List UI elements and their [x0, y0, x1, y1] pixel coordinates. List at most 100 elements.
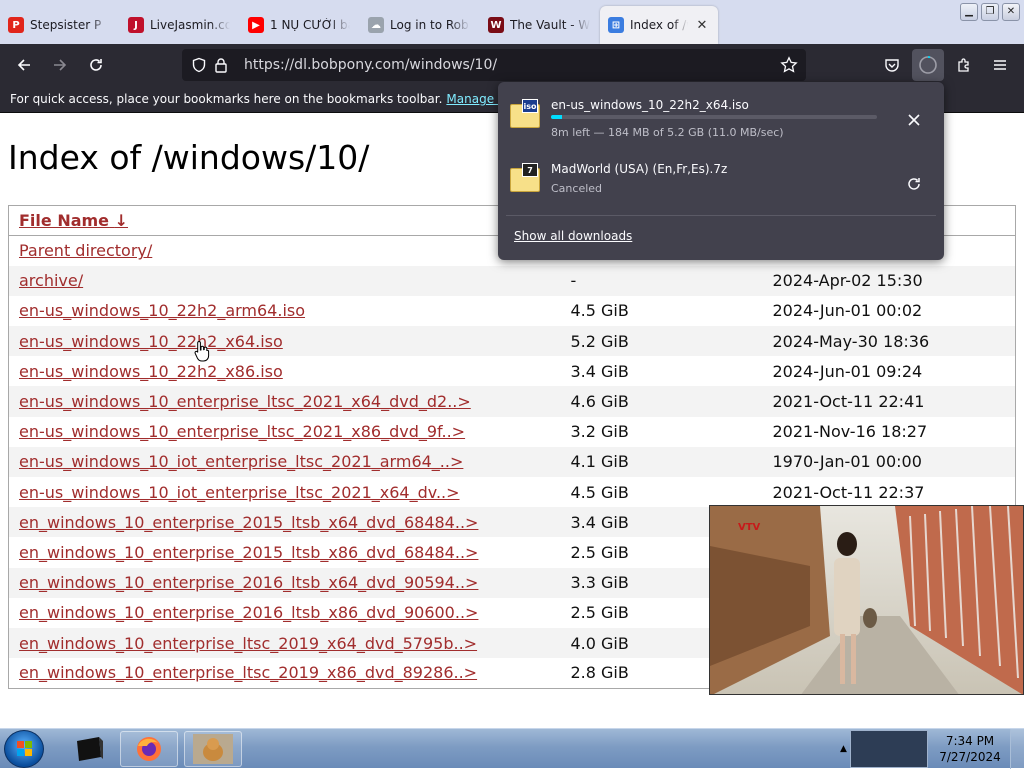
favicon-icon: ☁ — [368, 17, 384, 33]
sort-arrow-icon: ↓ — [114, 211, 129, 230]
picture-in-picture-video[interactable]: VTV — [709, 505, 1024, 695]
taskbar-app-terminal[interactable] — [60, 731, 118, 767]
tray-thumbnail-icon[interactable] — [850, 730, 928, 768]
file-size-cell: 4.5 GiB — [570, 482, 629, 502]
terminal-icon — [77, 737, 103, 761]
file-link[interactable]: en_windows_10_enterprise_2016_ltsb_x86_d… — [19, 603, 478, 622]
tab-3[interactable]: ☁ Log in to Robl — [360, 6, 478, 44]
forward-button[interactable] — [44, 49, 76, 81]
taskbar-app-media[interactable] — [184, 731, 242, 767]
tab-title: 1 NỤ CƯỜI bã — [270, 18, 350, 32]
lock-icon[interactable] — [210, 54, 232, 76]
download-filename: MadWorld (USA) (En,Fr,Es).7z — [551, 162, 728, 176]
reload-button[interactable] — [80, 49, 112, 81]
file-name-cell: en-us_windows_10_22h2_x64.iso — [8, 326, 561, 357]
back-button[interactable] — [8, 49, 40, 81]
file-link[interactable]: en-us_windows_10_iot_enterprise_ltsc_202… — [19, 452, 463, 471]
file-name-cell: en_windows_10_enterprise_ltsc_2019_x86_d… — [9, 658, 561, 688]
tab-title: The Vault - Wi — [510, 18, 590, 32]
menu-button[interactable] — [984, 49, 1016, 81]
pocket-icon — [885, 59, 899, 72]
restore-button[interactable]: ❐ — [981, 3, 999, 21]
file-name-header[interactable]: File Name ↓ — [8, 205, 561, 236]
forward-arrow-icon — [54, 59, 67, 71]
tab-0[interactable]: P Stepsister P — [0, 6, 118, 44]
nav-bar: https://dl.bobpony.com/windows/10/ — [0, 44, 1024, 86]
file-date-cell: 2024-May-30 18:36 — [762, 326, 1016, 357]
file-link[interactable]: en-us_windows_10_22h2_x64.iso — [19, 332, 283, 351]
retry-download-button[interactable] — [902, 172, 926, 196]
tab-5[interactable]: ⊞ Index of /wi ✕ — [600, 6, 718, 44]
tab-strip: P Stepsister P J LiveJasmin.co ▶ 1 NỤ CƯỜI bã… — [0, 0, 1024, 695]
close-window-button[interactable]: ✕ — [1002, 3, 1020, 21]
file-date-cell: 2021-Nov-16 18:27 — [772, 422, 928, 442]
file-name-cell: en_windows_10_enterprise_2015_ltsb_x64_d… — [8, 507, 561, 538]
download-status: 8m left — 184 MB of 5.2 GB (11.0 MB/sec) — [551, 126, 784, 139]
show-all-downloads-button[interactable]: Show all downloads — [514, 229, 632, 243]
file-link[interactable]: en_windows_10_enterprise_ltsc_2019_x86_d… — [19, 663, 477, 682]
dog-picture-icon — [193, 734, 233, 764]
bookmark-star-icon[interactable] — [778, 54, 800, 76]
clock[interactable]: 7:34 PM 7/27/2024 — [930, 733, 1010, 765]
file-link[interactable]: en_windows_10_enterprise_2015_ltsb_x64_d… — [19, 513, 478, 532]
file-link[interactable]: archive/ — [19, 271, 83, 290]
file-link[interactable]: en-us_windows_10_22h2_x86.iso — [19, 362, 283, 381]
taskbar: ▲ 7:34 PM 7/27/2024 — [0, 728, 1024, 769]
close-tab-icon[interactable]: ✕ — [694, 18, 710, 33]
url-text[interactable]: https://dl.bobpony.com/windows/10/ — [244, 57, 497, 73]
favicon-icon: ▶ — [248, 17, 264, 33]
downloads-button[interactable] — [912, 49, 944, 81]
file-link[interactable]: en-us_windows_10_22h2_arm64.iso — [19, 301, 305, 320]
taskbar-app-firefox[interactable] — [120, 731, 178, 767]
table-row: en-us_windows_10_enterprise_ltsc_2021_x6… — [8, 386, 1016, 417]
tab-1[interactable]: J LiveJasmin.co — [120, 6, 238, 44]
table-row: archive/ -2024-Apr-02 15:30 — [8, 265, 1016, 296]
show-desktop-button[interactable] — [1010, 729, 1024, 769]
favicon-icon: P — [8, 17, 24, 33]
download-item-canceled[interactable]: 7 MadWorld (USA) (En,Fr,Es).7z Canceled — [508, 154, 934, 214]
shield-icon[interactable] — [188, 54, 210, 76]
clock-time: 7:34 PM — [945, 734, 995, 748]
file-link[interactable]: en_windows_10_enterprise_ltsc_2019_x64_d… — [19, 634, 477, 653]
table-row: en-us_windows_10_enterprise_ltsc_2021_x8… — [9, 417, 1016, 447]
download-filename: en-us_windows_10_22h2_x64.iso — [551, 98, 749, 112]
table-row: en-us_windows_10_22h2_x64.iso 5.2 GiB 2024… — [8, 326, 1016, 357]
hamburger-icon — [994, 60, 1006, 70]
tray-expand-icon[interactable]: ▲ — [840, 744, 850, 754]
file-name-cell: en_windows_10_enterprise_2015_ltsb_x86_d… — [9, 537, 561, 567]
url-bar[interactable]: https://dl.bobpony.com/windows/10/ — [182, 49, 806, 81]
favicon-icon: J — [128, 17, 144, 33]
cancel-download-button[interactable] — [902, 108, 926, 132]
start-button[interactable] — [4, 730, 44, 768]
file-date-cell: 2024-Jun-01 00:02 — [772, 301, 923, 321]
file-date-cell: 2024-Jun-01 09:24 — [772, 361, 923, 381]
pocket-button[interactable] — [876, 49, 908, 81]
page-title: Index of /windows/10/ — [8, 138, 370, 177]
minimize-button[interactable]: ▁ — [960, 3, 978, 21]
tab-4[interactable]: W The Vault - Wi — [480, 6, 598, 44]
system-tray: ▲ 7:34 PM 7/27/2024 — [840, 729, 1024, 769]
file-link[interactable]: en-us_windows_10_enterprise_ltsc_2021_x8… — [19, 422, 465, 441]
file-size-cell: 3.4 GiB — [570, 361, 629, 381]
file-date-cell: 2021-Oct-11 22:41 — [762, 386, 1016, 417]
extensions-button[interactable] — [948, 49, 980, 81]
file-size-cell: 5.2 GiB — [560, 326, 763, 357]
file-link[interactable]: Parent directory/ — [19, 241, 152, 260]
file-name-cell: en-us_windows_10_22h2_arm64.iso — [9, 296, 561, 326]
firefox-icon — [137, 737, 161, 761]
table-row: en-us_windows_10_iot_enterprise_ltsc_202… — [8, 446, 1016, 477]
file-size-cell: 4.1 GiB — [560, 446, 763, 477]
file-link[interactable]: en_windows_10_enterprise_2016_ltsb_x64_d… — [19, 573, 478, 592]
file-link[interactable]: en-us_windows_10_enterprise_ltsc_2021_x6… — [19, 392, 471, 411]
bookmarks-hint: For quick access, place your bookmarks h… — [10, 92, 443, 106]
windows-logo-icon — [17, 741, 32, 756]
clock-date: 7/27/2024 — [939, 750, 1001, 764]
download-item-active[interactable]: iso en-us_windows_10_22h2_x64.iso 8m lef… — [508, 90, 934, 150]
hand-cursor-icon — [194, 340, 210, 362]
video-frame: VTV — [710, 506, 1023, 694]
tab-2[interactable]: ▶ 1 NỤ CƯỜI bã — [240, 6, 358, 44]
file-link[interactable]: en_windows_10_enterprise_2015_ltsb_x86_d… — [19, 543, 478, 562]
file-name-sort-link[interactable]: File Name ↓ — [19, 211, 128, 230]
file-link[interactable]: en-us_windows_10_iot_enterprise_ltsc_202… — [19, 483, 460, 502]
downloads-panel: iso en-us_windows_10_22h2_x64.iso 8m lef… — [498, 82, 944, 260]
